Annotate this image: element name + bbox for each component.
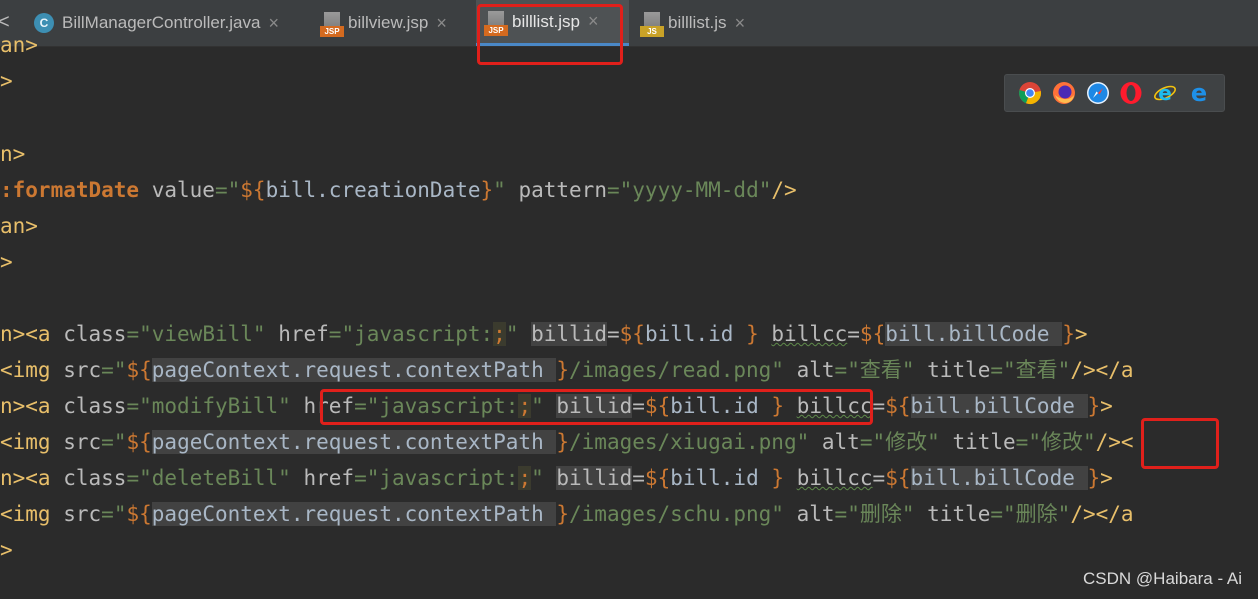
opera-icon[interactable] — [1119, 81, 1143, 105]
chrome-icon[interactable] — [1018, 81, 1042, 105]
safari-icon[interactable] — [1086, 81, 1110, 105]
close-icon[interactable]: × — [436, 13, 447, 34]
tab-billmanagercontroller[interactable]: C BillManagerController.java × — [26, 0, 310, 46]
code-line: > — [0, 538, 13, 562]
svg-text:e: e — [1191, 81, 1207, 105]
code-line: n><a class="viewBill" href="javascript:;… — [0, 322, 1088, 346]
svg-text:e: e — [1158, 81, 1172, 105]
code-line: <img src="${pageContext.request.contextP… — [0, 502, 1134, 526]
code-line: n> — [0, 142, 26, 166]
edge-icon[interactable]: e — [1187, 81, 1211, 105]
code-line: n><a class="deleteBill" href="javascript… — [0, 466, 1113, 490]
code-line: > — [0, 250, 13, 274]
tab-billview[interactable]: JSP billview.jsp × — [314, 0, 476, 46]
code-line: <img src="${pageContext.request.contextP… — [0, 358, 1134, 382]
firefox-icon[interactable] — [1052, 81, 1076, 105]
tab-label: billview.jsp — [348, 13, 429, 32]
editor-tab-bar: < C BillManagerController.java × JSP bil… — [0, 0, 1258, 47]
tab-label: BillManagerController.java — [62, 13, 261, 32]
annotation-box-title — [1141, 418, 1219, 469]
tab-billlist-js[interactable]: JS billlist.js × — [632, 0, 774, 46]
js-file-icon: JS — [640, 12, 664, 37]
annotation-box-href-billid — [320, 389, 873, 425]
watermark: CSDN @Haibara - Ai — [1083, 569, 1242, 588]
ie-icon[interactable]: e — [1153, 81, 1177, 105]
code-line: <img src="${pageContext.request.contextP… — [0, 430, 1134, 454]
code-line: :formatDate value="${bill.creationDate}"… — [0, 178, 797, 202]
close-icon[interactable]: × — [268, 13, 279, 34]
close-icon[interactable]: × — [735, 13, 746, 34]
code-editor[interactable]: an> > n> :formatDate value="${bill.creat… — [0, 33, 1258, 599]
code-line: an> — [0, 214, 38, 238]
code-line: an> — [0, 33, 38, 57]
annotation-box-active-tab — [477, 4, 623, 65]
jsp-file-icon: JSP — [320, 12, 344, 37]
tab-label: billlist.js — [668, 13, 727, 32]
code-line: > — [0, 69, 13, 93]
browser-preview-bar: e e — [1004, 74, 1225, 112]
